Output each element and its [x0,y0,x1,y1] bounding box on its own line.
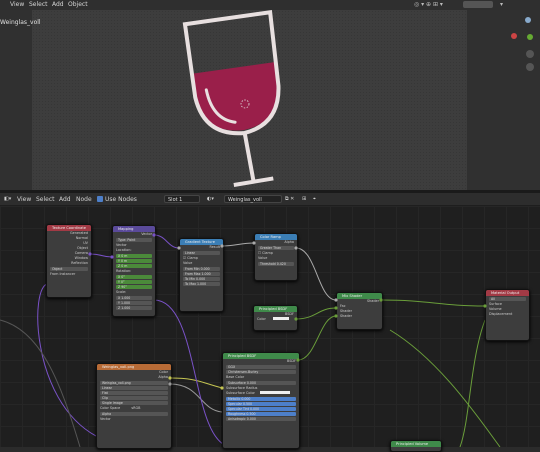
node-sockets [88,233,487,390]
